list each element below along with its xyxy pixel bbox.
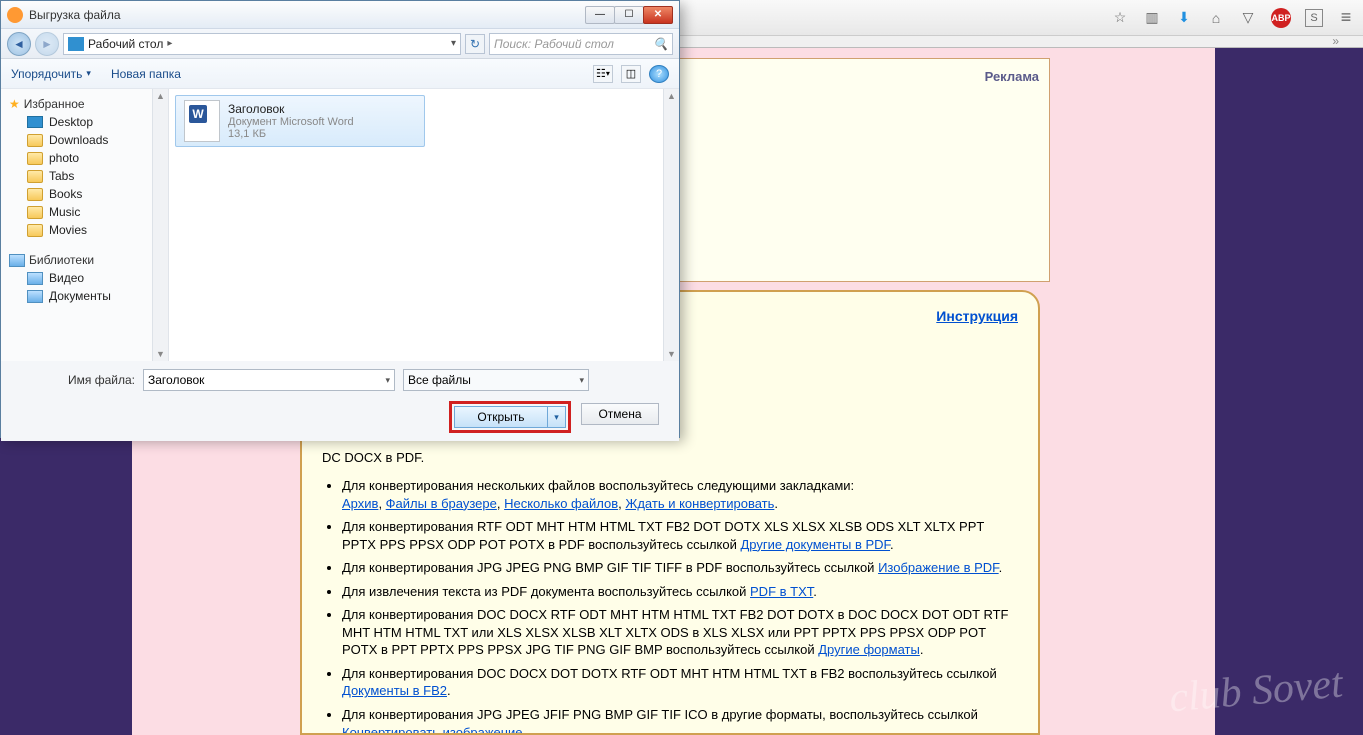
library-icon	[9, 254, 25, 267]
sidebar-item[interactable]: Music	[1, 203, 168, 221]
organize-menu[interactable]: Упорядочить ▾	[11, 67, 91, 81]
file-type: Документ Microsoft Word	[228, 116, 354, 128]
screenshot-icon[interactable]: S	[1305, 9, 1323, 27]
preview-pane-button[interactable]: ◫	[621, 65, 641, 83]
open-button[interactable]: Открыть	[454, 406, 548, 428]
sidebar-item[interactable]: Tabs	[1, 167, 168, 185]
chevron-down-icon[interactable]: ▾	[579, 375, 584, 386]
new-folder-button[interactable]: Новая папка	[111, 67, 181, 81]
file-item-selected[interactable]: Заголовок Документ Microsoft Word 13,1 К…	[175, 95, 425, 147]
desktop-icon	[68, 37, 84, 51]
close-button[interactable]: ✕	[643, 6, 673, 24]
list-item: Для конвертирования DOC DOCX DOT DOTX RT…	[342, 665, 1018, 700]
abp-icon[interactable]: ABP	[1271, 8, 1291, 28]
help-button[interactable]: ?	[649, 65, 669, 83]
file-name: Заголовок	[228, 102, 354, 116]
toolbar-right: ☆ ▥ ⬇ ⌂ ▽ ABP S ≡	[1111, 8, 1355, 28]
dialog-footer: Имя файла: Заголовок ▾ Все файлы ▾ Откры…	[1, 361, 679, 441]
star-icon[interactable]: ☆	[1111, 9, 1129, 27]
breadcrumb-text: Рабочий стол	[88, 37, 163, 51]
sidebar-item[interactable]: Документы	[1, 287, 168, 305]
search-placeholder: Поиск: Рабочий стол	[494, 37, 614, 51]
filelist-scrollbar[interactable]	[663, 89, 679, 361]
sidebar-item[interactable]: Desktop	[1, 113, 168, 131]
dialog-title: Выгрузка файла	[29, 8, 121, 22]
library-icon[interactable]: ▥	[1143, 9, 1161, 27]
inline-link[interactable]: Изображение в PDF	[878, 560, 999, 575]
folder-icon	[27, 116, 43, 128]
breadcrumb[interactable]: Рабочий стол ▸ ▾	[63, 33, 461, 55]
menu-icon[interactable]: ≡	[1337, 9, 1355, 27]
sidebar-group-favorites[interactable]: ★Избранное	[1, 93, 168, 113]
inline-link[interactable]: Другие документы в PDF	[740, 537, 890, 552]
sidebar-group-libraries[interactable]: Библиотеки	[1, 249, 168, 269]
list-item: Для извлечения текста из PDF документа в…	[342, 583, 1018, 601]
chevron-down-icon[interactable]: ▾	[385, 375, 390, 386]
sidebar-item[interactable]: Видео	[1, 269, 168, 287]
firefox-icon	[7, 7, 23, 23]
inline-link[interactable]: Ждать и конвертировать	[625, 496, 774, 511]
dialog-toolbar: Упорядочить ▾ Новая папка ☷ ▾ ◫ ?	[1, 59, 679, 89]
dialog-nav: ◄ ► Рабочий стол ▸ ▾ ↻ Поиск: Рабочий ст…	[1, 29, 679, 59]
open-button-highlight: Открыть ▾	[449, 401, 571, 433]
sidebar-scrollbar[interactable]	[152, 89, 168, 361]
sidebar: ★Избранное DesktopDownloadsphotoTabsBook…	[1, 89, 169, 361]
folder-icon	[27, 134, 43, 147]
inline-link[interactable]: Несколько файлов	[504, 496, 618, 511]
list-item: Для конвертирования RTF ODT MHT HTM HTML…	[342, 518, 1018, 553]
forward-button[interactable]: ►	[35, 32, 59, 56]
sidebar-item[interactable]: photo	[1, 149, 168, 167]
list-item: Для конвертирования DOC DOCX RTF ODT MHT…	[342, 606, 1018, 659]
inline-link[interactable]: Архив	[342, 496, 378, 511]
inline-link[interactable]: Файлы в браузере	[386, 496, 497, 511]
sidebar-item[interactable]: Books	[1, 185, 168, 203]
bullet-list: Для конвертирования нескольких файлов во…	[342, 477, 1018, 735]
library-item-icon	[27, 272, 43, 285]
file-upload-dialog: Выгрузка файла — ☐ ✕ ◄ ► Рабочий стол ▸ …	[0, 0, 680, 438]
folder-icon	[27, 224, 43, 237]
inline-link[interactable]: Документы в FB2	[342, 683, 447, 698]
folder-icon	[27, 188, 43, 201]
inline-link[interactable]: Конвертировать изображение	[342, 725, 522, 735]
folder-icon	[27, 152, 43, 165]
maximize-button[interactable]: ☐	[614, 6, 644, 24]
folder-icon	[27, 170, 43, 183]
list-item: Для конвертирования нескольких файлов во…	[342, 477, 1018, 512]
ad-label: Реклама	[985, 69, 1039, 231]
library-item-icon	[27, 290, 43, 303]
chevron-right-icon: ▸	[167, 38, 172, 49]
inline-link[interactable]: Другие форматы	[818, 642, 920, 657]
view-options-button[interactable]: ☷ ▾	[593, 65, 613, 83]
filename-input[interactable]: Заголовок ▾	[143, 369, 395, 391]
chevron-down-icon[interactable]: ▾	[451, 38, 456, 49]
file-size: 13,1 КБ	[228, 128, 354, 140]
format-line: DC DOCX в PDF.	[322, 450, 1018, 465]
folder-icon	[27, 206, 43, 219]
dialog-search-input[interactable]: Поиск: Рабочий стол 🔍	[489, 33, 673, 55]
list-item: Для конвертирования JPG JPEG JFIF PNG BM…	[342, 706, 1018, 735]
sidebar-item[interactable]: Movies	[1, 221, 168, 239]
refresh-button[interactable]: ↻	[465, 34, 485, 54]
inline-link[interactable]: PDF в TXT	[750, 584, 813, 599]
pocket-icon[interactable]: ▽	[1239, 9, 1257, 27]
word-file-icon	[184, 100, 220, 142]
sidebar-item[interactable]: Downloads	[1, 131, 168, 149]
minimize-button[interactable]: —	[585, 6, 615, 24]
file-list[interactable]: Заголовок Документ Microsoft Word 13,1 К…	[169, 89, 679, 361]
download-icon[interactable]: ⬇	[1175, 9, 1193, 27]
open-split-button[interactable]: ▾	[548, 406, 566, 428]
filename-label: Имя файла:	[15, 373, 135, 387]
star-icon: ★	[9, 97, 20, 111]
home-icon[interactable]: ⌂	[1207, 9, 1225, 27]
search-icon: 🔍	[653, 37, 668, 51]
filetype-select[interactable]: Все файлы ▾	[403, 369, 589, 391]
list-item: Для конвертирования JPG JPEG PNG BMP GIF…	[342, 559, 1018, 577]
cancel-button[interactable]: Отмена	[581, 403, 659, 425]
dialog-titlebar[interactable]: Выгрузка файла — ☐ ✕	[1, 1, 679, 29]
page-margin-right	[1215, 48, 1363, 735]
back-button[interactable]: ◄	[7, 32, 31, 56]
